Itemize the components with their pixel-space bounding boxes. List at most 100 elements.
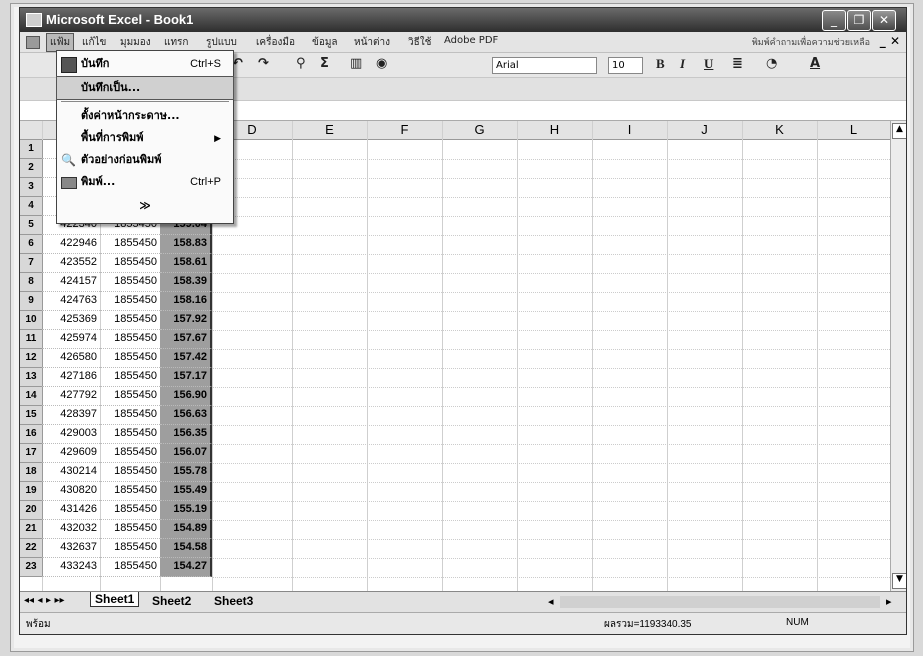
cell-b[interactable]: 1855450 — [100, 235, 160, 254]
horizontal-scrollbar[interactable] — [560, 596, 880, 608]
cell-b[interactable]: 1855450 — [100, 520, 160, 539]
row-header[interactable]: 11 — [20, 330, 43, 349]
cell-a[interactable]: 425369 — [42, 311, 100, 330]
row-header[interactable]: 4 — [20, 197, 43, 216]
cell-c[interactable]: 157.92 — [160, 311, 212, 330]
row-header[interactable]: 6 — [20, 235, 43, 254]
row-header[interactable]: 12 — [20, 349, 43, 368]
row-header[interactable]: 9 — [20, 292, 43, 311]
column-header[interactable]: E — [292, 121, 368, 140]
table-row[interactable] — [212, 178, 890, 198]
fill-color-icon[interactable]: ◔ — [766, 56, 777, 71]
menu-insert[interactable]: แทรก — [164, 35, 188, 50]
cell-c[interactable]: 157.42 — [160, 349, 212, 368]
vertical-scrollbar[interactable]: ▲ ▼ — [890, 121, 906, 591]
menu-data[interactable]: ข้อมูล — [312, 35, 338, 50]
chart-wizard-icon[interactable]: ▥ — [350, 56, 362, 71]
cell-a[interactable]: 423552 — [42, 254, 100, 273]
cell-b[interactable]: 1855450 — [100, 539, 160, 558]
table-row[interactable] — [212, 368, 890, 388]
menu-item-print[interactable]: พิมพ์... Ctrl+P — [57, 171, 233, 193]
table-row[interactable] — [212, 197, 890, 217]
row-header[interactable]: 7 — [20, 254, 43, 273]
cell-b[interactable]: 1855450 — [100, 387, 160, 406]
row-header[interactable]: 15 — [20, 406, 43, 425]
menu-tools[interactable]: เครื่องมือ — [256, 35, 295, 50]
table-row[interactable] — [212, 254, 890, 274]
cell-c[interactable]: 156.35 — [160, 425, 212, 444]
cell-b[interactable]: 1855450 — [100, 273, 160, 292]
cell-c[interactable]: 154.89 — [160, 520, 212, 539]
underline-button[interactable]: U — [704, 56, 713, 72]
row-header[interactable]: 22 — [20, 539, 43, 558]
scroll-up-arrow-icon[interactable]: ▲ — [892, 123, 906, 139]
cell-c[interactable]: 158.16 — [160, 292, 212, 311]
table-row[interactable] — [212, 216, 890, 236]
table-row[interactable] — [212, 406, 890, 426]
cell-a[interactable]: 424157 — [42, 273, 100, 292]
cell-b[interactable]: 1855450 — [100, 330, 160, 349]
column-header[interactable]: G — [442, 121, 518, 140]
cell-b[interactable]: 1855450 — [100, 406, 160, 425]
autosum-icon[interactable]: Σ — [320, 56, 329, 71]
menu-item-print-preview[interactable]: 🔍 ตัวอย่างก่อนพิมพ์ — [57, 149, 233, 171]
menu-adobe-pdf[interactable]: Adobe PDF — [444, 35, 498, 46]
hscroll-right-icon[interactable]: ▸ — [886, 595, 892, 608]
hscroll-left-icon[interactable]: ◂ — [548, 595, 554, 608]
row-header[interactable]: 20 — [20, 501, 43, 520]
bold-button[interactable]: B — [656, 56, 665, 72]
cell-a[interactable]: 429003 — [42, 425, 100, 444]
minimize-button[interactable]: _ — [822, 10, 846, 31]
cell-b[interactable]: 1855450 — [100, 558, 160, 577]
cell-a[interactable]: 433243 — [42, 558, 100, 577]
cell-a[interactable]: 427186 — [42, 368, 100, 387]
cell-a[interactable]: 427792 — [42, 387, 100, 406]
table-row[interactable] — [212, 444, 890, 464]
cell-b[interactable]: 1855450 — [100, 463, 160, 482]
cell-b[interactable]: 1855450 — [100, 368, 160, 387]
table-row[interactable] — [212, 349, 890, 369]
table-row[interactable] — [212, 463, 890, 483]
cell-a[interactable]: 430820 — [42, 482, 100, 501]
table-row[interactable] — [212, 539, 890, 559]
cell-a[interactable]: 432637 — [42, 539, 100, 558]
menu-item-print-area[interactable]: พื้นที่การพิมพ์ ▶ — [57, 127, 233, 149]
cell-a[interactable]: 430214 — [42, 463, 100, 482]
row-header[interactable]: 1 — [20, 140, 43, 159]
restore-button[interactable]: ❐ — [847, 10, 871, 31]
menu-window[interactable]: หน้าต่าง — [354, 35, 390, 50]
row-header[interactable]: 17 — [20, 444, 43, 463]
cell-a[interactable]: 424763 — [42, 292, 100, 311]
cell-b[interactable]: 1855450 — [100, 482, 160, 501]
cell-a[interactable]: 426580 — [42, 349, 100, 368]
table-row[interactable] — [212, 330, 890, 350]
table-row[interactable] — [212, 387, 890, 407]
table-row[interactable] — [212, 558, 890, 578]
table-row[interactable] — [212, 482, 890, 502]
cell-c[interactable]: 157.17 — [160, 368, 212, 387]
cell-a[interactable]: 422946 — [42, 235, 100, 254]
cell-c[interactable]: 156.07 — [160, 444, 212, 463]
cell-b[interactable]: 1855450 — [100, 349, 160, 368]
cell-b[interactable]: 1855450 — [100, 254, 160, 273]
menu-format[interactable]: รูปแบบ — [206, 35, 237, 50]
column-header[interactable]: L — [817, 121, 890, 140]
cell-b[interactable]: 1855450 — [100, 292, 160, 311]
table-row[interactable] — [212, 520, 890, 540]
table-row[interactable] — [212, 311, 890, 331]
cell-b[interactable]: 1855450 — [100, 501, 160, 520]
row-header[interactable]: 23 — [20, 558, 43, 577]
column-header[interactable]: H — [517, 121, 593, 140]
row-header[interactable]: 5 — [20, 216, 43, 235]
workbook-icon[interactable] — [26, 36, 40, 49]
redo-icon[interactable]: ↷ — [258, 56, 269, 71]
sheet-nav-arrows-icon[interactable]: ◂◂ ◂ ▸ ▸▸ — [24, 595, 65, 606]
sheet-tab-1[interactable]: Sheet1 — [90, 592, 140, 607]
hyperlink-icon[interactable]: ⚲ — [296, 56, 306, 71]
cell-a[interactable]: 429609 — [42, 444, 100, 463]
column-header[interactable]: F — [367, 121, 443, 140]
cell-c[interactable]: 158.39 — [160, 273, 212, 292]
table-row[interactable] — [212, 140, 890, 160]
menu-view[interactable]: มุมมอง — [120, 35, 151, 50]
font-name-select[interactable]: Arial — [492, 57, 597, 74]
